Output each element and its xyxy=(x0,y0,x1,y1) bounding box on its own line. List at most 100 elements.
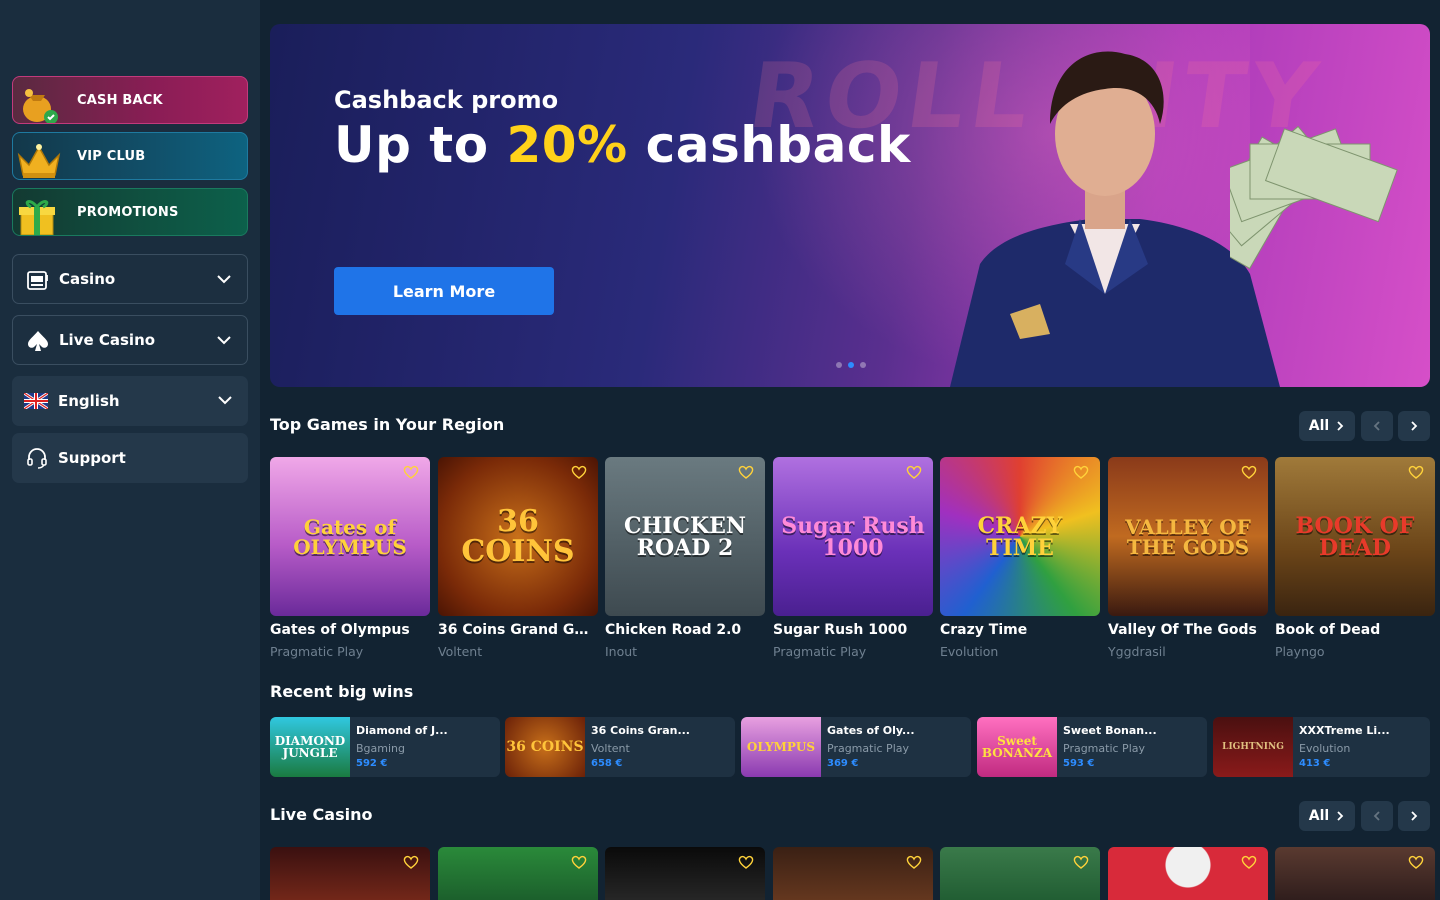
game-art-text: Gates of OLYMPUS xyxy=(293,514,407,559)
live-game-card[interactable] xyxy=(773,847,933,900)
favorite-heart-icon[interactable] xyxy=(905,853,923,871)
carousel-dot-active[interactable] xyxy=(848,362,854,368)
carousel-dots xyxy=(836,362,866,368)
game-card-gates-of-olympus[interactable]: Gates of OLYMPUS Gates of Olympus Pragma… xyxy=(270,457,430,659)
language-label: English xyxy=(58,392,120,410)
favorite-heart-icon[interactable] xyxy=(1072,853,1090,871)
live-casino-next-button[interactable] xyxy=(1398,801,1430,831)
live-game-card[interactable] xyxy=(270,847,430,900)
top-games-title: Top Games in Your Region xyxy=(270,415,505,434)
crown-icon xyxy=(17,144,61,178)
hero-eyebrow: Cashback promo xyxy=(334,86,559,114)
game-provider: Evolution xyxy=(940,644,999,659)
recent-win-item[interactable]: DIAMOND JUNGLE Diamond of J... Bgaming 5… xyxy=(270,717,500,777)
hero-title-pre: Up to xyxy=(334,116,507,174)
learn-more-button[interactable]: Learn More xyxy=(334,267,554,315)
win-thumbnail: LIGHTNING xyxy=(1213,717,1293,777)
game-provider: Yggdrasil xyxy=(1108,644,1166,659)
game-card-crazy-time[interactable]: CRAZY TIME Crazy Time Evolution xyxy=(940,457,1100,659)
game-card-valley-of-the-gods[interactable]: VALLEY OF THE GODS Valley Of The Gods Yg… xyxy=(1108,457,1268,659)
game-name: Valley Of The Gods xyxy=(1108,622,1257,638)
game-card-book-of-dead[interactable]: BOOK OF DEAD Book of Dead Playngo xyxy=(1275,457,1435,659)
game-provider: Inout xyxy=(605,644,638,659)
game-name: 36 Coins Grand Gold... xyxy=(438,622,598,638)
live-casino-label: Live Casino xyxy=(59,331,156,349)
favorite-heart-icon[interactable] xyxy=(1072,463,1090,481)
favorite-heart-icon[interactable] xyxy=(402,463,420,481)
win-provider: Pragmatic Play xyxy=(1063,742,1145,755)
language-selector[interactable]: English xyxy=(12,376,248,426)
live-game-card[interactable] xyxy=(605,847,765,900)
favorite-heart-icon[interactable] xyxy=(570,463,588,481)
gift-icon xyxy=(19,200,55,235)
game-name: Book of Dead xyxy=(1275,622,1381,638)
carousel-dot[interactable] xyxy=(836,362,842,368)
vip-club-button[interactable]: VIP CLUB xyxy=(12,132,248,180)
support-label: Support xyxy=(58,449,126,467)
money-fan-illustration xyxy=(1230,125,1398,270)
hero-banner[interactable]: ROLL CITY Cashback promo Up to 20% cashb… xyxy=(270,24,1430,387)
favorite-heart-icon[interactable] xyxy=(570,853,588,871)
game-card-36-coins[interactable]: 36 COINS 36 Coins Grand Gold... Voltent xyxy=(438,457,598,659)
live-casino-all-button[interactable]: All xyxy=(1299,801,1355,831)
game-thumbnail: 36 COINS xyxy=(438,457,598,616)
sidebar: CASH BACK VIP CLUB PROMOTIONS Casino Liv… xyxy=(0,0,260,900)
win-game-name: Sweet Bonan... xyxy=(1063,724,1157,737)
top-games-next-button[interactable] xyxy=(1398,411,1430,441)
top-games-prev-button[interactable] xyxy=(1361,411,1393,441)
favorite-heart-icon[interactable] xyxy=(737,463,755,481)
top-games-all-button[interactable]: All xyxy=(1299,411,1355,441)
slot-machine-icon xyxy=(27,271,48,290)
recent-win-item[interactable]: OLYMPUS Gates of Oly... Pragmatic Play 3… xyxy=(741,717,971,777)
game-art-text: Sugar Rush 1000 xyxy=(781,512,925,561)
recent-win-item[interactable]: 36 COINS 36 Coins Gran... Voltent 658 € xyxy=(505,717,735,777)
favorite-heart-icon[interactable] xyxy=(1407,463,1425,481)
recent-win-item[interactable]: LIGHTNING XXXTreme Li... Evolution 413 € xyxy=(1213,717,1430,777)
chevron-down-icon xyxy=(218,396,232,405)
favorite-heart-icon[interactable] xyxy=(1240,463,1258,481)
cashback-bag-icon xyxy=(23,89,58,123)
game-thumbnail: CHICKEN ROAD 2 xyxy=(605,457,765,616)
support-button[interactable]: Support xyxy=(12,433,248,483)
hero-title: Up to 20% cashback xyxy=(334,116,911,174)
game-card-chicken-road[interactable]: CHICKEN ROAD 2 Chicken Road 2.0 Inout xyxy=(605,457,765,659)
favorite-heart-icon[interactable] xyxy=(1240,853,1258,871)
live-casino-prev-button[interactable] xyxy=(1361,801,1393,831)
win-game-name: 36 Coins Gran... xyxy=(591,724,690,737)
live-game-card[interactable] xyxy=(438,847,598,900)
uk-flag-icon xyxy=(24,393,48,409)
win-amount: 369 € xyxy=(827,758,859,769)
carousel-dot[interactable] xyxy=(860,362,866,368)
game-thumbnail: Gates of OLYMPUS xyxy=(270,457,430,616)
hero-title-highlight: 20% xyxy=(506,116,628,174)
live-game-card[interactable] xyxy=(940,847,1100,900)
game-card-sugar-rush[interactable]: Sugar Rush 1000 Sugar Rush 1000 Pragmati… xyxy=(773,457,933,659)
casino-menu-button[interactable]: Casino xyxy=(12,254,248,304)
favorite-heart-icon[interactable] xyxy=(402,853,420,871)
game-provider: Playngo xyxy=(1275,644,1325,659)
live-game-card[interactable] xyxy=(1108,847,1268,900)
favorite-heart-icon[interactable] xyxy=(905,463,923,481)
live-casino-title: Live Casino xyxy=(270,805,373,824)
game-art-text: CHICKEN ROAD 2 xyxy=(623,512,747,561)
game-name: Crazy Time xyxy=(940,622,1028,638)
game-provider: Pragmatic Play xyxy=(270,644,364,659)
promotions-button[interactable]: PROMOTIONS xyxy=(12,188,248,236)
chevron-down-icon xyxy=(217,275,231,284)
win-thumbnail: OLYMPUS xyxy=(741,717,821,777)
win-game-name: XXXTreme Li... xyxy=(1299,724,1390,737)
promotions-label: PROMOTIONS xyxy=(77,204,179,220)
chevron-right-icon xyxy=(1337,811,1344,821)
recent-win-item[interactable]: Sweet BONANZA Sweet Bonan... Pragmatic P… xyxy=(977,717,1207,777)
favorite-heart-icon[interactable] xyxy=(737,853,755,871)
chevron-right-icon xyxy=(1411,421,1418,431)
favorite-heart-icon[interactable] xyxy=(1407,853,1425,871)
live-casino-menu-button[interactable]: Live Casino xyxy=(12,315,248,365)
live-game-card[interactable] xyxy=(1275,847,1435,900)
cash-back-button[interactable]: CASH BACK xyxy=(12,76,248,124)
headset-icon xyxy=(27,448,47,469)
win-provider: Pragmatic Play xyxy=(827,742,909,755)
game-name: Gates of Olympus xyxy=(270,622,410,638)
all-label: All xyxy=(1308,808,1330,824)
win-game-name: Diamond of J... xyxy=(356,724,448,737)
